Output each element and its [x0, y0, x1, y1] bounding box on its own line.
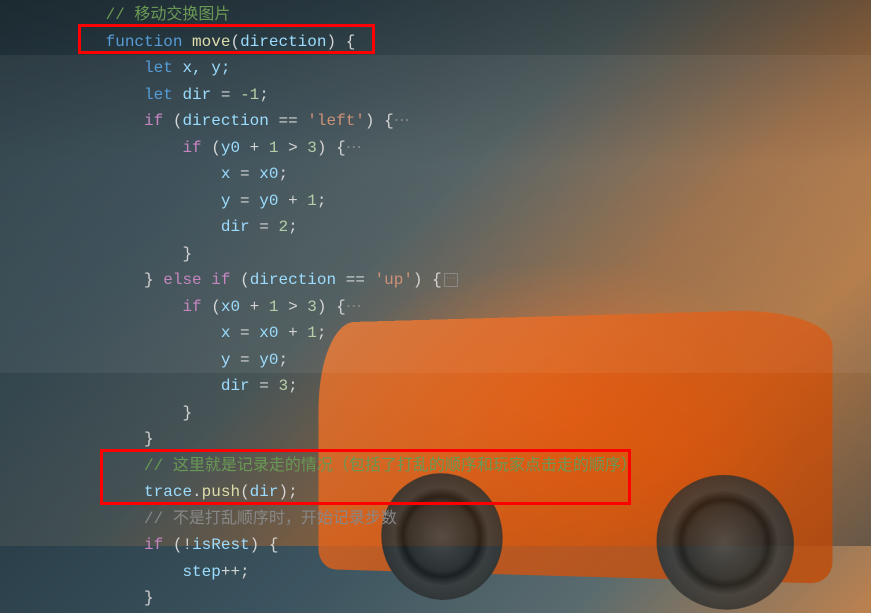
- operator-gt: >: [278, 298, 307, 316]
- keyword-if: if: [144, 112, 163, 130]
- variable-dir: dir: [250, 483, 279, 501]
- code-editor[interactable]: // 移动交换图片 function move(direction) { let…: [0, 0, 871, 546]
- variable-y0: y0: [259, 351, 278, 369]
- fold-ellipsis-icon[interactable]: ⋯: [346, 298, 362, 316]
- operator-plus: +: [278, 192, 307, 210]
- method-push: push: [202, 483, 240, 501]
- fold-ellipsis-icon[interactable]: ⋯: [346, 139, 362, 157]
- variable-x0: x0: [259, 324, 278, 342]
- operator-eq: ==: [336, 271, 374, 289]
- number-literal: 1: [307, 324, 317, 342]
- variable-y: y: [221, 192, 231, 210]
- code-line-17: }: [0, 426, 871, 453]
- keyword-if: if: [182, 139, 201, 157]
- variable-isrest: isRest: [192, 536, 250, 554]
- code-line-11: } else if (direction == 'up') {⋯: [0, 267, 871, 294]
- keyword-if: if: [144, 536, 163, 554]
- variable-decl: x, y;: [182, 59, 230, 77]
- operator-eq: =: [250, 377, 279, 395]
- operator-eq: =: [230, 351, 259, 369]
- code-line-1: // 移动交换图片: [0, 2, 871, 29]
- variable-x: x: [221, 324, 231, 342]
- variable-x: x: [221, 165, 231, 183]
- code-line-19: trace.push(dir);: [0, 479, 871, 506]
- operator-eq: =: [230, 165, 259, 183]
- code-line-16: }: [0, 400, 871, 427]
- number-literal: 3: [307, 139, 317, 157]
- code-line-13: x = x0 + 1;: [0, 320, 871, 347]
- code-line-21: if (!isRest) {: [0, 532, 871, 559]
- variable-y0: y0: [221, 139, 240, 157]
- code-line-22: step++;: [0, 559, 871, 586]
- operator-eq: =: [211, 86, 240, 104]
- operator-gt: >: [278, 139, 307, 157]
- operator-increment: ++;: [221, 563, 250, 581]
- keyword-let: let: [144, 86, 173, 104]
- code-line-5: if (direction == 'left') {⋯: [0, 108, 871, 135]
- string-literal: 'left': [307, 112, 365, 130]
- variable-dir: dir: [221, 377, 250, 395]
- code-line-23: }: [0, 585, 871, 612]
- fold-collapse-icon[interactable]: ⋯: [444, 273, 458, 287]
- operator-eq: =: [230, 192, 259, 210]
- variable-x0: x0: [259, 165, 278, 183]
- variable-direction: direction: [182, 112, 268, 130]
- number-literal: 2: [278, 218, 288, 236]
- operator-eq: =: [250, 218, 279, 236]
- code-line-20: // 不是打乱顺序时，开始记录步数: [0, 506, 871, 533]
- operator-plus: +: [278, 324, 307, 342]
- keyword-if: if: [182, 298, 201, 316]
- code-comment: // 这里就是记录走的情况（包括了打乱的顺序和玩家点击走的顺序）: [144, 457, 637, 475]
- code-line-10: }: [0, 241, 871, 268]
- operator-not: !: [182, 536, 192, 554]
- operator-plus: +: [240, 298, 269, 316]
- variable-y0: y0: [259, 192, 278, 210]
- code-line-4: let dir = -1;: [0, 82, 871, 109]
- code-line-8: y = y0 + 1;: [0, 188, 871, 215]
- code-line-14: y = y0;: [0, 347, 871, 374]
- code-line-12: if (x0 + 1 > 3) {⋯: [0, 294, 871, 321]
- code-comment: // 移动交换图片: [106, 6, 231, 24]
- code-line-3: let x, y;: [0, 55, 871, 82]
- code-line-6: if (y0 + 1 > 3) {⋯: [0, 135, 871, 162]
- fold-ellipsis-icon[interactable]: ⋯: [394, 112, 410, 130]
- string-literal: 'up': [375, 271, 413, 289]
- variable-y: y: [221, 351, 231, 369]
- operator-eq: =: [230, 324, 259, 342]
- variable-dir: dir: [182, 86, 211, 104]
- number-literal: 3: [307, 298, 317, 316]
- parameter: direction: [240, 33, 326, 51]
- code-line-7: x = x0;: [0, 161, 871, 188]
- number-literal: 3: [278, 377, 288, 395]
- keyword-else: else: [163, 271, 201, 289]
- code-comment: // 不是打乱顺序时，开始记录步数: [144, 510, 397, 528]
- function-name: move: [192, 33, 230, 51]
- variable-direction: direction: [250, 271, 336, 289]
- code-line-9: dir = 2;: [0, 214, 871, 241]
- keyword-if: if: [211, 271, 230, 289]
- code-line-18: // 这里就是记录走的情况（包括了打乱的顺序和玩家点击走的顺序）: [0, 453, 871, 480]
- number-literal: -1: [240, 86, 259, 104]
- keyword-function: function: [106, 33, 183, 51]
- operator-plus: +: [240, 139, 269, 157]
- keyword-let: let: [144, 59, 173, 77]
- variable-trace: trace: [144, 483, 192, 501]
- operator-eq: ==: [269, 112, 307, 130]
- code-line-15: dir = 3;: [0, 373, 871, 400]
- variable-step: step: [182, 563, 220, 581]
- number-literal: 1: [307, 192, 317, 210]
- variable-x0: x0: [221, 298, 240, 316]
- code-line-2: function move(direction) {: [0, 29, 871, 56]
- variable-dir: dir: [221, 218, 250, 236]
